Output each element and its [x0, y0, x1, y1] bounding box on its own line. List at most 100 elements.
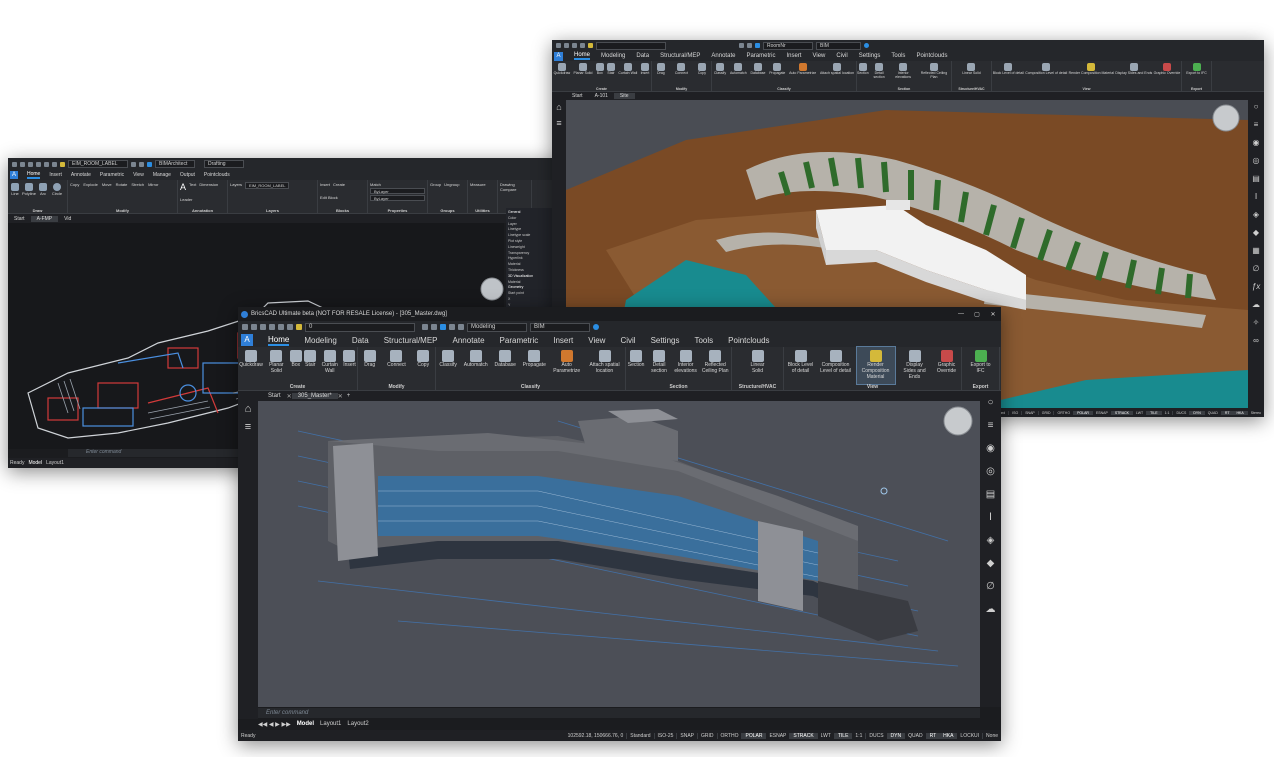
tool-icon[interactable]: [458, 324, 464, 330]
export-ifc-button[interactable]: Export to IFC: [1186, 61, 1207, 87]
workspace-select[interactable]: BIM: [816, 41, 861, 50]
status-item[interactable]: LWT: [816, 732, 834, 739]
status-item[interactable]: RT: [925, 732, 940, 739]
print-icon[interactable]: [36, 161, 41, 167]
connect-button[interactable]: Connect: [675, 61, 688, 87]
command-line[interactable]: Enter command: [258, 708, 980, 718]
status-item[interactable]: QUAD: [1203, 410, 1221, 415]
insert-button[interactable]: Insert: [343, 347, 356, 384]
lightbulb-icon[interactable]: [296, 324, 302, 330]
panel-icon[interactable]: ▤: [1252, 174, 1260, 183]
doc-tab-start[interactable]: Start: [566, 93, 589, 99]
display-sides-and-ends-button[interactable]: Display Sides and Ends: [1115, 61, 1152, 87]
linear-solid-button[interactable]: Linear Solid: [962, 61, 981, 87]
mirror-button[interactable]: Mirror: [148, 182, 158, 206]
tab-view[interactable]: View: [133, 172, 144, 178]
interior-elevations-button[interactable]: Interior elevations: [674, 347, 698, 384]
tool-icon[interactable]: [131, 161, 136, 167]
add-tab-button[interactable]: +: [343, 393, 351, 399]
function-icon[interactable]: ƒx: [1252, 282, 1260, 291]
layer-select[interactable]: [596, 41, 666, 50]
explode-button[interactable]: Explode: [83, 182, 97, 206]
building-viewport[interactable]: [258, 401, 980, 707]
status-item[interactable]: Standard: [626, 732, 653, 739]
app-button[interactable]: A: [554, 51, 563, 61]
automatch-button[interactable]: Automatch: [464, 347, 488, 384]
tool-icon[interactable]: [449, 324, 455, 330]
layout-tab-model[interactable]: Model: [297, 721, 314, 727]
status-item[interactable]: None: [982, 732, 1001, 739]
save-icon[interactable]: [572, 43, 577, 48]
insert-button[interactable]: Insert: [641, 61, 649, 87]
box-button[interactable]: Box: [289, 347, 302, 384]
property-select[interactable]: RoomNr: [763, 41, 813, 50]
layout-tab-model[interactable]: Model: [28, 460, 42, 466]
status-item[interactable]: SNAP: [676, 732, 697, 739]
tab-home[interactable]: Home: [574, 52, 591, 60]
quickdraw-button[interactable]: Quickdraw: [554, 61, 570, 87]
tab-pointclouds[interactable]: Pointclouds: [728, 336, 769, 345]
tab-manage[interactable]: Manage: [153, 172, 171, 178]
layout-tab-layout2[interactable]: Layout2: [347, 721, 368, 727]
undo-icon[interactable]: [278, 324, 284, 330]
lightbulb-icon[interactable]: [588, 43, 593, 48]
open-icon[interactable]: [20, 161, 25, 167]
lightbulb-icon[interactable]: ○: [987, 397, 993, 408]
linear-solid-button[interactable]: Linear Solid: [748, 347, 768, 384]
planar-solid-button[interactable]: Planar Solid: [265, 347, 287, 384]
stair-button[interactable]: Stair: [607, 61, 616, 87]
pin-icon[interactable]: ✧: [1253, 318, 1260, 327]
status-item[interactable]: POLAR: [741, 732, 766, 739]
status-item[interactable]: SNAP: [1021, 410, 1038, 415]
drag-button[interactable]: Drag: [656, 61, 665, 87]
maximize-button[interactable]: ▢: [969, 311, 985, 318]
close-button[interactable]: ✕: [985, 311, 1001, 318]
status-item[interactable]: POLAR: [1073, 410, 1092, 415]
status-item[interactable]: ISO: [1008, 410, 1021, 415]
attach-spatial-location-button[interactable]: Attach spatial location: [588, 347, 622, 384]
new-icon[interactable]: [12, 161, 17, 167]
status-item[interactable]: ORTHO: [716, 732, 742, 739]
home-icon[interactable]: ⌂: [238, 403, 258, 415]
tab-settings[interactable]: Settings: [859, 53, 881, 59]
attach-spatial-location-button[interactable]: Attach spatial location: [820, 61, 854, 87]
status-item[interactable]: GRID: [1037, 410, 1054, 415]
cloud-icon[interactable]: ☁: [986, 604, 996, 615]
layers-button[interactable]: Layers: [230, 182, 242, 206]
match-button[interactable]: Match: [370, 182, 425, 187]
status-item[interactable]: ORTHO: [1053, 410, 1073, 415]
help-icon[interactable]: [593, 324, 599, 330]
status-item[interactable]: TILE: [1146, 410, 1161, 415]
automatch-button[interactable]: Automatch: [730, 61, 747, 87]
tab-annotate[interactable]: Annotate: [711, 53, 735, 59]
interior-elevations-button[interactable]: Interior elevations: [890, 61, 917, 87]
line-button[interactable]: Line: [8, 180, 22, 208]
tool-icon[interactable]: [431, 324, 437, 330]
layout-tab-layout1[interactable]: Layout1: [46, 460, 64, 466]
curtain-wall-button[interactable]: Curtain Wall: [618, 61, 637, 87]
database-button[interactable]: Database: [495, 347, 516, 384]
app-button[interactable]: A: [10, 171, 18, 179]
tab-insert[interactable]: Insert: [786, 53, 801, 59]
tab-tools[interactable]: Tools: [891, 53, 905, 59]
map-pin-icon[interactable]: ◉: [986, 443, 995, 454]
layers-icon[interactable]: ◈: [1253, 210, 1259, 219]
help-icon[interactable]: [864, 43, 869, 48]
doc-tab-start[interactable]: Start: [262, 393, 287, 399]
tab-pointclouds[interactable]: Pointclouds: [204, 172, 230, 178]
tool-icon[interactable]: [422, 324, 428, 330]
reflected-ceiling-plan-button[interactable]: Reflected Ceiling Plan: [917, 61, 951, 87]
workspace-select[interactable]: Modeling: [467, 322, 527, 332]
tab-structural-mep[interactable]: Structural/MEP: [384, 336, 438, 345]
redo-icon[interactable]: [52, 161, 57, 167]
stretch-button[interactable]: Stretch: [131, 182, 144, 206]
grid-icon[interactable]: ▦: [1252, 246, 1260, 255]
graphic-override-button[interactable]: Graphic Override: [1154, 61, 1180, 87]
new-icon[interactable]: [556, 43, 561, 48]
tab-output[interactable]: Output: [180, 172, 195, 178]
measure-button[interactable]: Measure: [470, 182, 486, 206]
layout-tab-layout1[interactable]: Layout1: [320, 721, 341, 727]
quickdraw-button[interactable]: Quickdraw: [239, 347, 263, 384]
layers-icon[interactable]: ≡: [238, 421, 258, 433]
tab-modeling[interactable]: Modeling: [601, 53, 625, 59]
